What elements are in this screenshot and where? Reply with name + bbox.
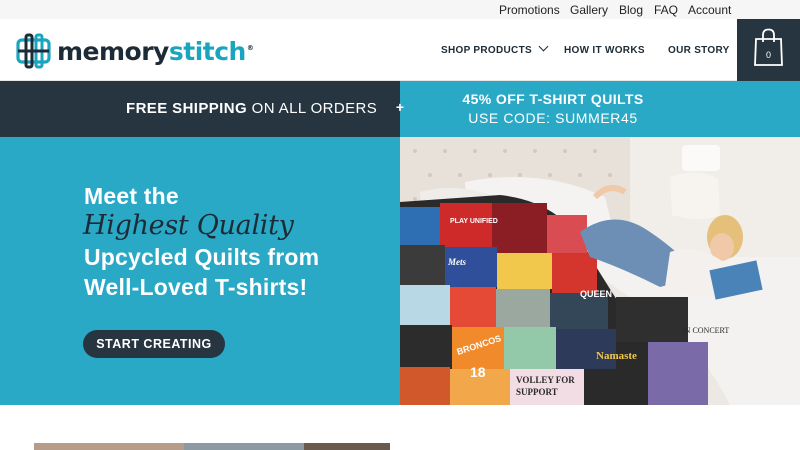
quilt-print-support: SUPPORT [516,387,558,397]
logo[interactable]: memorystitch® [15,33,254,69]
quilt-print-volley: VOLLEY FOR [516,375,575,385]
utility-link-account[interactable]: Account [688,3,731,17]
utility-link-promotions[interactable]: Promotions [499,3,560,17]
nav-how-it-works[interactable]: HOW IT WORKS [564,45,645,56]
below-fold-illustration [34,443,390,450]
utility-link-blog[interactable]: Blog [619,3,643,17]
hero-image: PLAY UNIFIED Mets QUEEN BRONCOS 18 VOLLE… [400,137,800,405]
utility-link-faq[interactable]: FAQ [654,3,678,17]
quilt-print-play-unified: PLAY UNIFIED [450,218,498,225]
logo-wordmark: memorystitch® [57,36,254,66]
below-fold-image [34,440,390,450]
quilt-print-concert: IN CONCERT [682,326,729,335]
cart-count: 0 [765,50,771,60]
below-fold-section [0,405,800,450]
chevron-down-icon [538,41,549,52]
hero-quilt-illustration: PLAY UNIFIED Mets QUEEN BRONCOS 18 VOLLE… [400,137,800,405]
logo-text-accent: stitch [168,36,246,66]
start-creating-button[interactable]: START CREATING [83,330,225,358]
quilt-print-namaste: Namaste [596,350,637,362]
hero-headline-script: Highest Quality [83,210,294,241]
promo-free-shipping: FREE SHIPPING ON ALL ORDERS [0,81,400,137]
logo-text-main: memory [57,36,169,66]
hero-headline-line1: Meet the [84,183,179,209]
quilt-print-18: 18 [470,364,486,380]
promo-discount-code: USE CODE: SUMMER45 [468,110,638,126]
promo-free-shipping-rest: ON ALL ORDERS [251,100,378,117]
utility-bar: Promotions Gallery Blog FAQ Account [0,0,800,19]
hero-headline-line4: Well-Loved T-shirts! [84,274,308,300]
logo-stitch-icon [16,33,51,69]
quilt-print-mets: Mets [447,257,466,267]
site-header: memorystitch® SHOP PRODUCTS HOW IT WORKS… [0,19,800,81]
utility-link-gallery[interactable]: Gallery [570,3,608,17]
nav-shop-products-label: SHOP PRODUCTS [441,45,532,56]
page: Promotions Gallery Blog FAQ Account memo… [0,0,800,450]
hero-headline-line3: Upcycled Quilts from [84,244,320,270]
shopping-bag-icon [754,28,783,66]
logo-registered-mark: ® [246,44,254,53]
promo-discount[interactable]: 45% OFF T-SHIRT QUILTS USE CODE: SUMMER4… [400,81,800,137]
nav-shop-products[interactable]: SHOP PRODUCTS [441,41,549,56]
promo-free-shipping-text: FREE SHIPPING ON ALL ORDERS [126,100,377,117]
nav-our-story[interactable]: OUR STORY [668,45,730,56]
promo-free-shipping-bold: FREE SHIPPING [126,100,248,117]
hero-text-panel: Meet the Highest Quality Upcycled Quilts… [0,137,400,405]
quilt-print-queen: QUEEN [580,289,612,299]
cart-button[interactable]: 0 [737,19,800,81]
promo-plus-icon: + [395,99,405,115]
promo-discount-headline: 45% OFF T-SHIRT QUILTS [462,91,644,107]
